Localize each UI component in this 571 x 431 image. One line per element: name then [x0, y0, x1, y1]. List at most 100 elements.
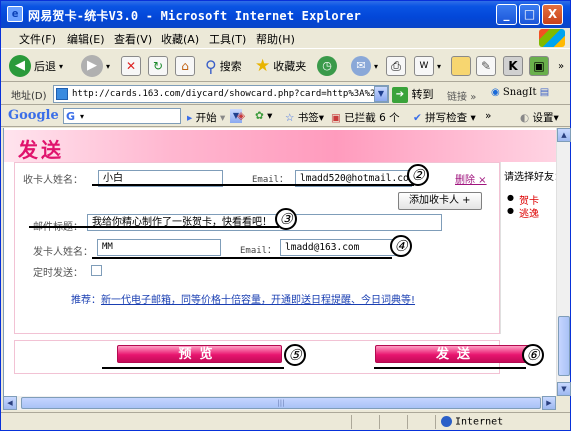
back-label: 后退	[34, 60, 56, 73]
mail-dropdown-icon: ▾	[374, 61, 379, 71]
google-settings-button[interactable]: ◐ 设置▾	[520, 110, 559, 125]
history-button[interactable]: ◷	[317, 54, 337, 78]
address-input[interactable]: http://cards.163.com/diycard/showcard.ph…	[53, 85, 389, 103]
sender-email-field[interactable]: lmadd@163.com	[280, 239, 405, 256]
promo-prefix: 推荐：	[71, 295, 101, 306]
google-start-dropdown-icon: ▾	[219, 112, 226, 124]
edit-button[interactable]: W ▾	[414, 54, 441, 78]
home-button[interactable]: ⌂	[175, 54, 195, 78]
maximize-button[interactable]: □	[519, 4, 540, 25]
status-divider	[351, 415, 352, 429]
menu-favorites[interactable]: 收藏(A)	[161, 31, 199, 47]
search-label: 搜索	[219, 60, 242, 73]
google-bookmarks-button[interactable]: ☆ 书签▾	[285, 110, 324, 125]
print-button[interactable]: ⎙	[386, 54, 406, 78]
spellcheck-dropdown-icon: ▾	[470, 112, 476, 124]
google-options-button[interactable]: ✿ ▾	[255, 110, 272, 122]
annotation-number-2: ②	[407, 164, 429, 186]
annotation-underline	[102, 367, 284, 369]
star-icon: ★	[255, 56, 271, 76]
scroll-right-arrow-icon[interactable]: ▶	[542, 396, 556, 410]
page-icon	[56, 88, 68, 100]
menu-help[interactable]: 帮助(H)	[256, 31, 295, 47]
promo-link[interactable]: 新一代电子邮箱，同等价格十倍容量，开通即送日程提醒、今日词典等!	[101, 295, 415, 306]
vertical-scrollbar[interactable]: ▲ ▼	[556, 128, 571, 396]
minimize-button[interactable]: _	[496, 4, 517, 25]
popup-blocker-button[interactable]: ▣ 已拦截 6 个	[331, 110, 400, 125]
friend-item[interactable]: 逃逸	[507, 205, 539, 220]
messenger-icon: K	[503, 56, 523, 76]
history-icon: ◷	[317, 56, 337, 76]
scroll-left-arrow-icon[interactable]: ◀	[3, 396, 17, 410]
preview-button[interactable]: 预览	[117, 345, 282, 363]
menu-view[interactable]: 查看(V)	[114, 31, 152, 47]
favorites-label: 收藏夹	[273, 60, 307, 73]
stop-button[interactable]: ✕	[121, 54, 141, 78]
menu-edit[interactable]: 编辑(E)	[67, 31, 105, 47]
promo-text: 推荐：新一代电子邮箱，同等价格十倍容量，开通即送日程提醒、今日词典等!	[71, 291, 415, 306]
close-button[interactable]: X	[542, 4, 563, 25]
subject-field[interactable]: 我给你精心制作了一张贺卡，快看看吧！	[87, 214, 442, 231]
spellcheck-icon: ✔	[413, 112, 422, 124]
media-button[interactable]: ▣	[529, 54, 549, 78]
google-g-icon: G	[66, 110, 76, 123]
search-button[interactable]: ⚲ 搜索	[205, 54, 242, 78]
edit-dropdown-icon: ▾	[437, 61, 442, 71]
spellcheck-button[interactable]: ✔ 拼写检查 ▾	[413, 110, 476, 125]
snagit-button[interactable]: ◉ SnagIt ▤	[491, 87, 549, 98]
title-bar: e 网易贺卡-统卡V3.0 - Microsoft Internet Explo…	[1, 1, 570, 28]
status-divider	[379, 415, 380, 429]
google-start-arrow-icon: ▸	[187, 112, 193, 124]
snagit-icon: ◉	[491, 87, 500, 98]
sender-name-label: 发卡人姓名：	[33, 247, 93, 258]
messenger-button[interactable]: K	[503, 54, 523, 78]
google-toolbar: Google G ▾ ▼ ▸ 开始 ▾ ◈ ✿ ▾ ☆ 书签▾ ▣ 已拦截 6 …	[1, 106, 570, 127]
page-content: 发送 : 收卡人姓名： 小白 Email： lmadd520@hotmail.c…	[3, 128, 556, 396]
annotation-number-6: ⑥	[522, 344, 544, 366]
friends-panel-title: 请选择好友：	[504, 172, 556, 183]
go-arrow-icon: ➔	[392, 87, 408, 103]
refresh-button[interactable]: ↻	[148, 54, 168, 78]
annotation-underline	[374, 367, 526, 369]
horizontal-scrollbar[interactable]: ◀ ||| ▶	[3, 396, 556, 410]
mail-button[interactable]: ✉ ▾	[351, 54, 378, 78]
back-button[interactable]: ◀ 后退 ▾	[9, 54, 63, 78]
google-search-input[interactable]: G ▾ ▼	[63, 108, 242, 124]
send-form: 收卡人姓名： 小白 Email： lmadd520@hotmail.com 删除…	[14, 162, 500, 334]
google-g-dropdown-icon: ▾	[80, 112, 85, 121]
folder-icon	[451, 56, 471, 76]
address-dropdown-icon[interactable]: ▼	[374, 86, 388, 102]
friends-panel: 请选择好友： 贺卡 逃逸	[500, 162, 556, 334]
spellcheck-label: 拼写检查	[425, 112, 468, 124]
links-button[interactable]: 链接 »	[447, 88, 476, 103]
sender-name-field[interactable]: MM	[97, 239, 221, 256]
scroll-up-arrow-icon[interactable]: ▲	[557, 128, 571, 142]
folder-button[interactable]	[451, 54, 471, 78]
delete-recipient-link[interactable]: 删除 ×	[455, 171, 487, 186]
search-icon: ⚲	[205, 56, 217, 76]
toolbar-more-button[interactable]: »	[558, 54, 564, 78]
add-recipient-button[interactable]: 添加收卡人 +	[398, 192, 482, 210]
address-label: 地址(D)	[11, 91, 47, 102]
vertical-scroll-thumb[interactable]	[558, 316, 570, 376]
google-logo[interactable]: Google	[8, 108, 59, 123]
google-start-button[interactable]: ▸ 开始 ▾	[187, 110, 225, 125]
status-divider	[407, 415, 408, 429]
ie-app-icon: e	[7, 6, 23, 22]
horizontal-scroll-thumb[interactable]: |||	[21, 397, 541, 409]
favorites-button[interactable]: ★ 收藏夹	[255, 54, 306, 78]
go-button[interactable]: ➔ 转到	[392, 86, 434, 103]
window-title: 网易贺卡-统卡V3.0 - Microsoft Internet Explore…	[28, 9, 362, 23]
menu-file[interactable]: 文件(F)	[19, 31, 56, 47]
stop-icon: ✕	[121, 56, 141, 76]
google-more-button[interactable]: »	[485, 110, 491, 122]
menu-tools[interactable]: 工具(T)	[209, 31, 246, 47]
scroll-down-arrow-icon[interactable]: ▼	[557, 382, 571, 396]
recipient-name-label: 收卡人姓名：	[23, 175, 83, 186]
pagerank-icon[interactable]: ◈	[237, 110, 245, 122]
scheduled-send-checkbox[interactable]	[91, 265, 102, 276]
send-button[interactable]: 发送	[375, 345, 539, 363]
forward-button[interactable]: ▶ ▾	[81, 54, 110, 78]
research-button[interactable]: ✎	[476, 54, 496, 78]
sender-email-label: Email：	[240, 246, 277, 256]
